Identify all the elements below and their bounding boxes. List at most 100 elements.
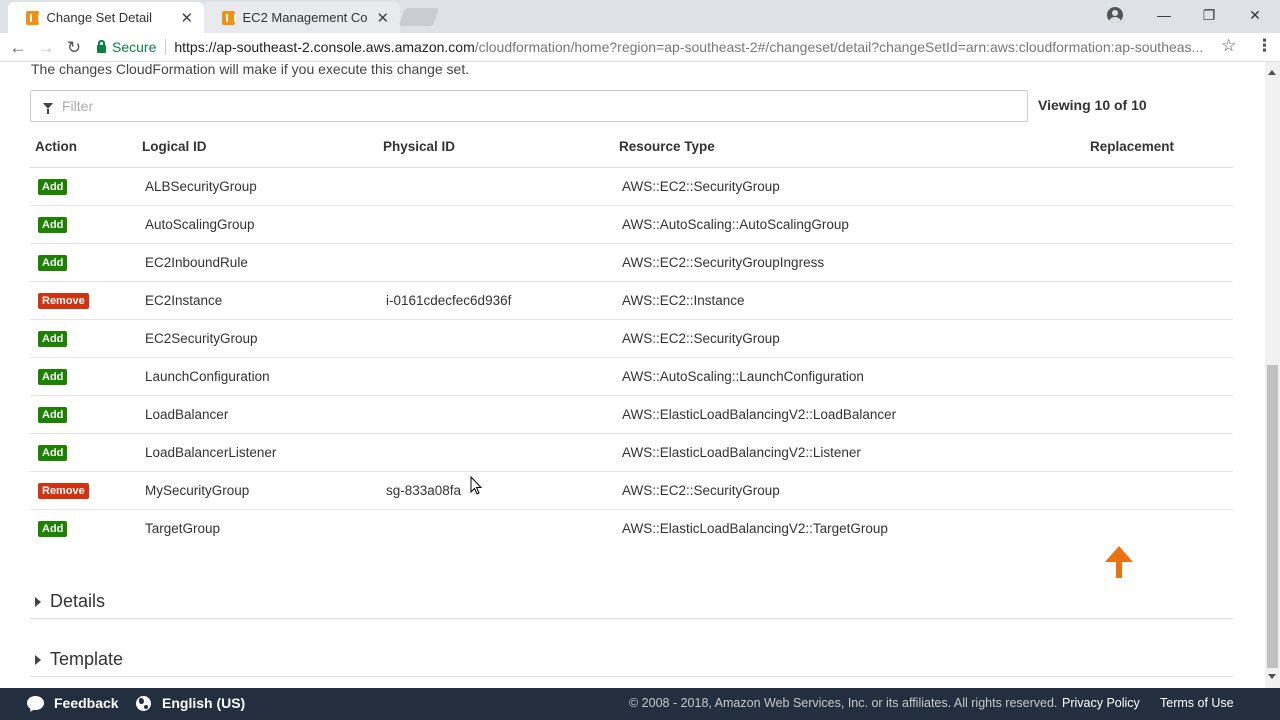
details-section-header[interactable]: Details xyxy=(30,585,1233,619)
table-row: Add LoadBalancerListener AWS::ElasticLoa… xyxy=(30,433,1233,472)
tab-title: EC2 Management Consol xyxy=(242,10,368,25)
url-path: /cloudformation/home?region=ap-southeast… xyxy=(474,39,1204,55)
minimize-button[interactable]: — xyxy=(1141,0,1187,30)
window-close-button[interactable]: ✕ xyxy=(1232,0,1278,30)
column-header-physical-id[interactable]: Physical ID xyxy=(383,126,619,168)
column-header-replacement[interactable]: Replacement xyxy=(1090,126,1233,168)
changes-table: Action Logical ID Physical ID Resource T… xyxy=(30,126,1233,547)
resource-type-cell: AWS::ElasticLoadBalancingV2::LoadBalance… xyxy=(619,395,1090,434)
column-header-action[interactable]: Action xyxy=(30,126,142,168)
address-bar[interactable]: Secure https://ap-southeast-2.console.aw… xyxy=(93,35,1243,59)
back-button[interactable]: ← xyxy=(7,37,29,59)
filter-icon xyxy=(43,103,53,114)
action-badge: Remove xyxy=(38,482,89,499)
replacement-cell xyxy=(1090,509,1233,547)
logical-id-cell: EC2InboundRule xyxy=(142,243,383,282)
table-row: Add LoadBalancer AWS::ElasticLoadBalanci… xyxy=(30,395,1233,434)
forward-button[interactable]: → xyxy=(35,37,57,59)
close-icon[interactable]: ✕ xyxy=(376,9,390,27)
browser-menu-icon[interactable]: ⋮ xyxy=(1256,36,1273,56)
lock-icon xyxy=(97,39,106,53)
section-title: Details xyxy=(50,591,106,611)
physical-id-cell: sg-833a08fa xyxy=(383,471,619,510)
table-row: Add LaunchConfiguration AWS::AutoScaling… xyxy=(30,357,1233,396)
scroll-up-arrow-icon[interactable] xyxy=(1268,70,1276,75)
replacement-cell xyxy=(1090,319,1233,358)
caret-right-icon xyxy=(35,654,41,665)
action-badge: Add xyxy=(38,444,68,461)
logical-id-cell: AutoScalingGroup xyxy=(142,205,383,244)
action-badge: Add xyxy=(38,178,68,195)
caret-right-icon xyxy=(35,596,41,607)
action-badge: Add xyxy=(38,406,68,423)
replacement-cell xyxy=(1090,395,1233,434)
new-tab-button[interactable] xyxy=(398,8,440,26)
table-row: Add AutoScalingGroup AWS::AutoScaling::A… xyxy=(30,205,1233,244)
logical-id-cell: TargetGroup xyxy=(145,520,221,536)
tab-title: Change Set Detail xyxy=(46,10,153,25)
profile-icon[interactable] xyxy=(1107,7,1123,23)
page-scrollbar[interactable] xyxy=(1265,62,1280,688)
table-row: Add ALBSecurityGroup AWS::EC2::SecurityG… xyxy=(30,167,1233,206)
physical-id-cell: i-0161cdecfec6d936f xyxy=(383,281,619,320)
resource-type-cell: AWS::EC2::Instance xyxy=(619,281,1090,320)
copyright-text: © 2008 - 2018, Amazon Web Services, Inc.… xyxy=(629,696,1058,710)
table-row: Add EC2InboundRule AWS::EC2::SecurityGro… xyxy=(30,243,1233,282)
browser-toolbar: ← → ↻ Secure https://ap-southeast-2.cons… xyxy=(0,33,1280,62)
bookmark-star-icon[interactable]: ☆ xyxy=(1221,36,1236,56)
resource-type-cell: AWS::ElasticLoadBalancingV2::TargetGroup xyxy=(622,520,888,536)
logical-id-cell: MySecurityGroup xyxy=(142,471,383,510)
page-content: The changes CloudFormation will make if … xyxy=(0,62,1265,688)
browser-tab-change-set-detail[interactable]: Change Set Detail ✕ xyxy=(8,2,204,33)
logical-id-cell: EC2Instance xyxy=(142,281,383,320)
replacement-cell xyxy=(1090,471,1233,510)
column-header-logical-id[interactable]: Logical ID xyxy=(142,126,383,168)
aws-cloudformation-icon xyxy=(26,10,40,25)
scrollbar-thumb[interactable] xyxy=(1267,365,1278,668)
logical-id-cell: ALBSecurityGroup xyxy=(142,167,383,206)
secure-label: Secure xyxy=(112,39,157,55)
column-header-resource-type[interactable]: Resource Type xyxy=(619,126,1090,168)
logical-id-cell: LoadBalancer xyxy=(142,395,383,434)
privacy-policy-link[interactable]: Privacy Policy xyxy=(1062,696,1140,710)
resource-type-cell: AWS::EC2::SecurityGroup xyxy=(619,167,1090,206)
physical-id-cell xyxy=(383,357,619,396)
replacement-cell xyxy=(1090,205,1233,244)
console-footer: Feedback English (US) © 2008 - 2018, Ama… xyxy=(0,688,1280,720)
action-badge: Add xyxy=(38,520,68,537)
close-icon[interactable]: ✕ xyxy=(180,9,194,27)
replacement-cell xyxy=(1090,433,1233,472)
language-selector[interactable]: English (US) xyxy=(136,695,245,711)
action-badge: Remove xyxy=(38,292,89,309)
feedback-label: Feedback xyxy=(54,695,119,711)
arrow-up-icon[interactable] xyxy=(1104,546,1134,580)
browser-tab-ec2-console[interactable]: EC2 Management Consol ✕ xyxy=(204,2,400,33)
replacement-cell xyxy=(1090,167,1233,206)
physical-id-cell xyxy=(383,205,619,244)
change-set-description: The changes CloudFormation will make if … xyxy=(31,62,470,77)
table-header-row: Action Logical ID Physical ID Resource T… xyxy=(30,126,1233,168)
physical-id-cell xyxy=(383,243,619,282)
feedback-button[interactable]: Feedback xyxy=(27,695,119,711)
browser-tab-strip: Change Set Detail ✕ EC2 Management Conso… xyxy=(0,0,1280,33)
resource-type-cell: AWS::AutoScaling::LaunchConfiguration xyxy=(619,357,1090,396)
terms-of-use-link[interactable]: Terms of Use xyxy=(1160,696,1234,710)
viewing-count: Viewing 10 of 10 xyxy=(1038,97,1147,113)
maximize-button[interactable]: ❐ xyxy=(1186,0,1232,30)
template-section-header[interactable]: Template xyxy=(30,643,1233,677)
scroll-down-arrow-icon[interactable] xyxy=(1268,674,1276,679)
chat-bubble-icon xyxy=(27,696,44,710)
reload-button[interactable]: ↻ xyxy=(63,37,85,59)
table-row: Add EC2SecurityGroup AWS::EC2::SecurityG… xyxy=(30,319,1233,358)
filter-input[interactable] xyxy=(62,98,962,114)
replacement-cell xyxy=(1090,243,1233,282)
table-row: Remove EC2Instance i-0161cdecfec6d936f A… xyxy=(30,281,1233,320)
table-row: Add TargetGroup AWS::ElasticLoadBalancin… xyxy=(30,509,1233,547)
divider xyxy=(165,39,167,55)
action-badge: Add xyxy=(38,330,68,347)
physical-id-cell xyxy=(383,319,619,358)
section-title: Template xyxy=(50,649,124,669)
filter-box[interactable] xyxy=(30,90,1028,122)
action-badge: Add xyxy=(38,254,68,271)
logical-id-cell: LaunchConfiguration xyxy=(142,357,383,396)
